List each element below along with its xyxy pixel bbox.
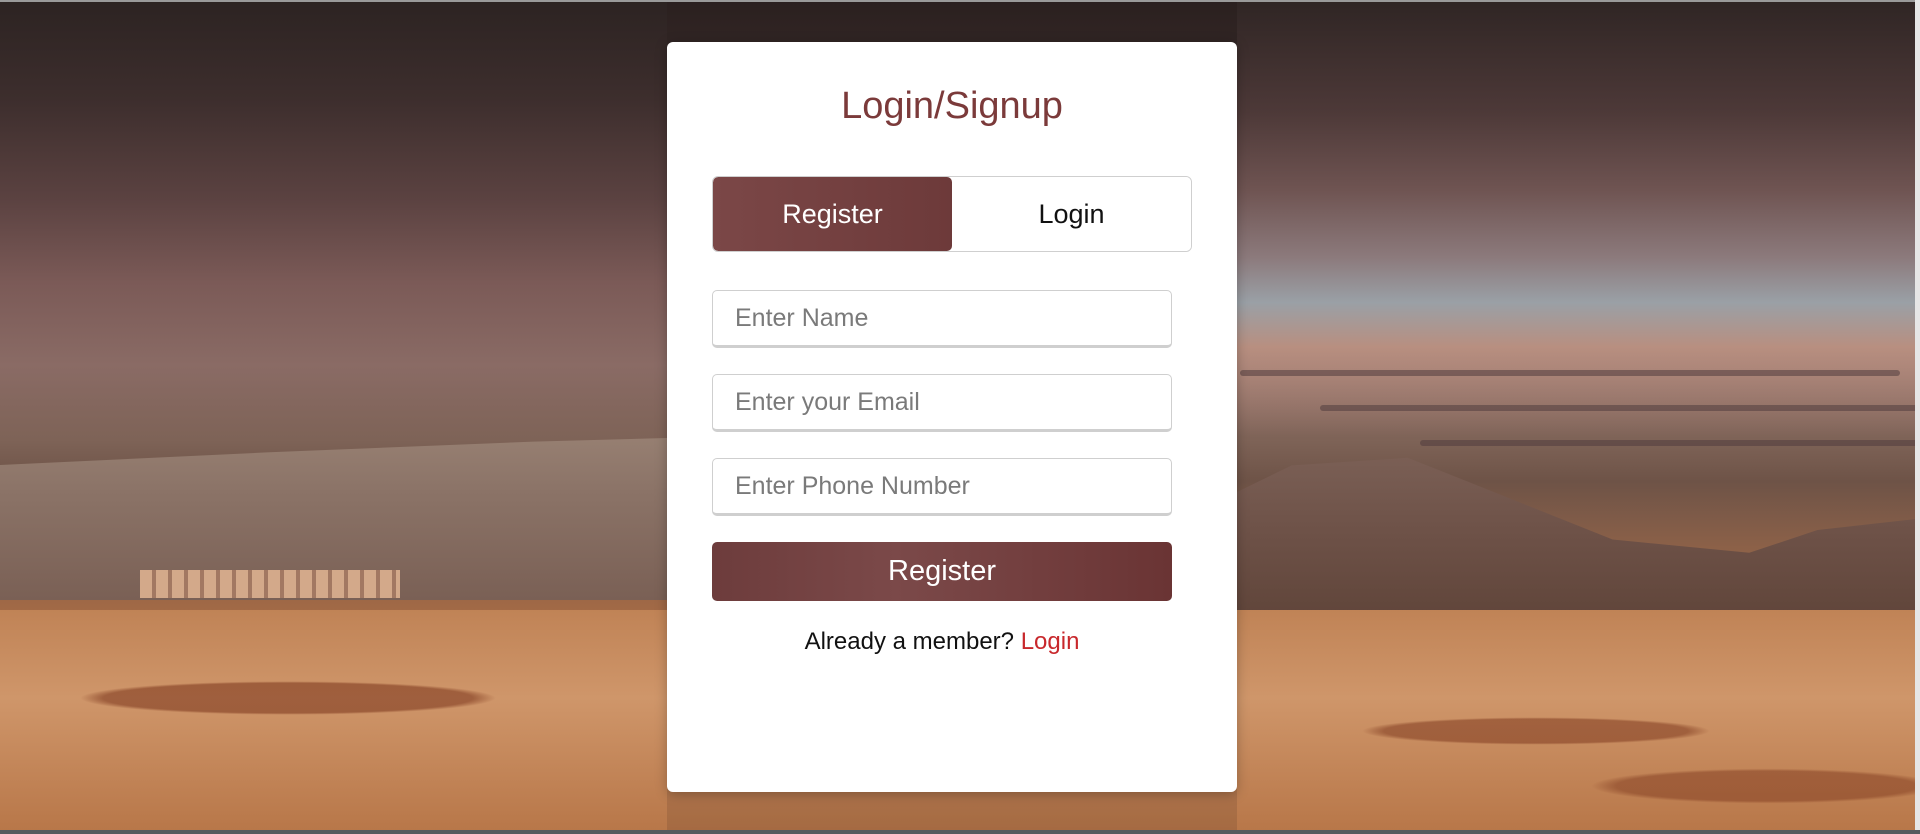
- window-bottom-edge: [0, 830, 1920, 834]
- cloud-streak: [1420, 440, 1920, 446]
- register-button[interactable]: Register: [712, 542, 1172, 601]
- distant-buildings: [140, 570, 400, 598]
- window-top-edge: [0, 0, 1920, 2]
- page-title: Login/Signup: [841, 85, 1063, 127]
- auth-tab-group: Register Login: [712, 176, 1192, 252]
- page: Login/Signup Register Login Register Alr…: [0, 0, 1920, 834]
- scrollbar-track[interactable]: [1915, 0, 1920, 830]
- phone-field[interactable]: [712, 458, 1172, 516]
- email-field[interactable]: [712, 374, 1172, 432]
- footer-prompt-text: Already a member?: [804, 628, 1015, 655]
- auth-card: Login/Signup Register Login Register Alr…: [667, 42, 1237, 792]
- tab-login[interactable]: Login: [952, 177, 1191, 251]
- name-field[interactable]: [712, 290, 1172, 348]
- cloud-streak: [1240, 370, 1900, 376]
- tab-register[interactable]: Register: [713, 177, 952, 251]
- footer-prompt-line: Already a member? Login: [712, 628, 1172, 656]
- login-link[interactable]: Login: [1021, 628, 1080, 655]
- cloud-streak: [1320, 405, 1920, 411]
